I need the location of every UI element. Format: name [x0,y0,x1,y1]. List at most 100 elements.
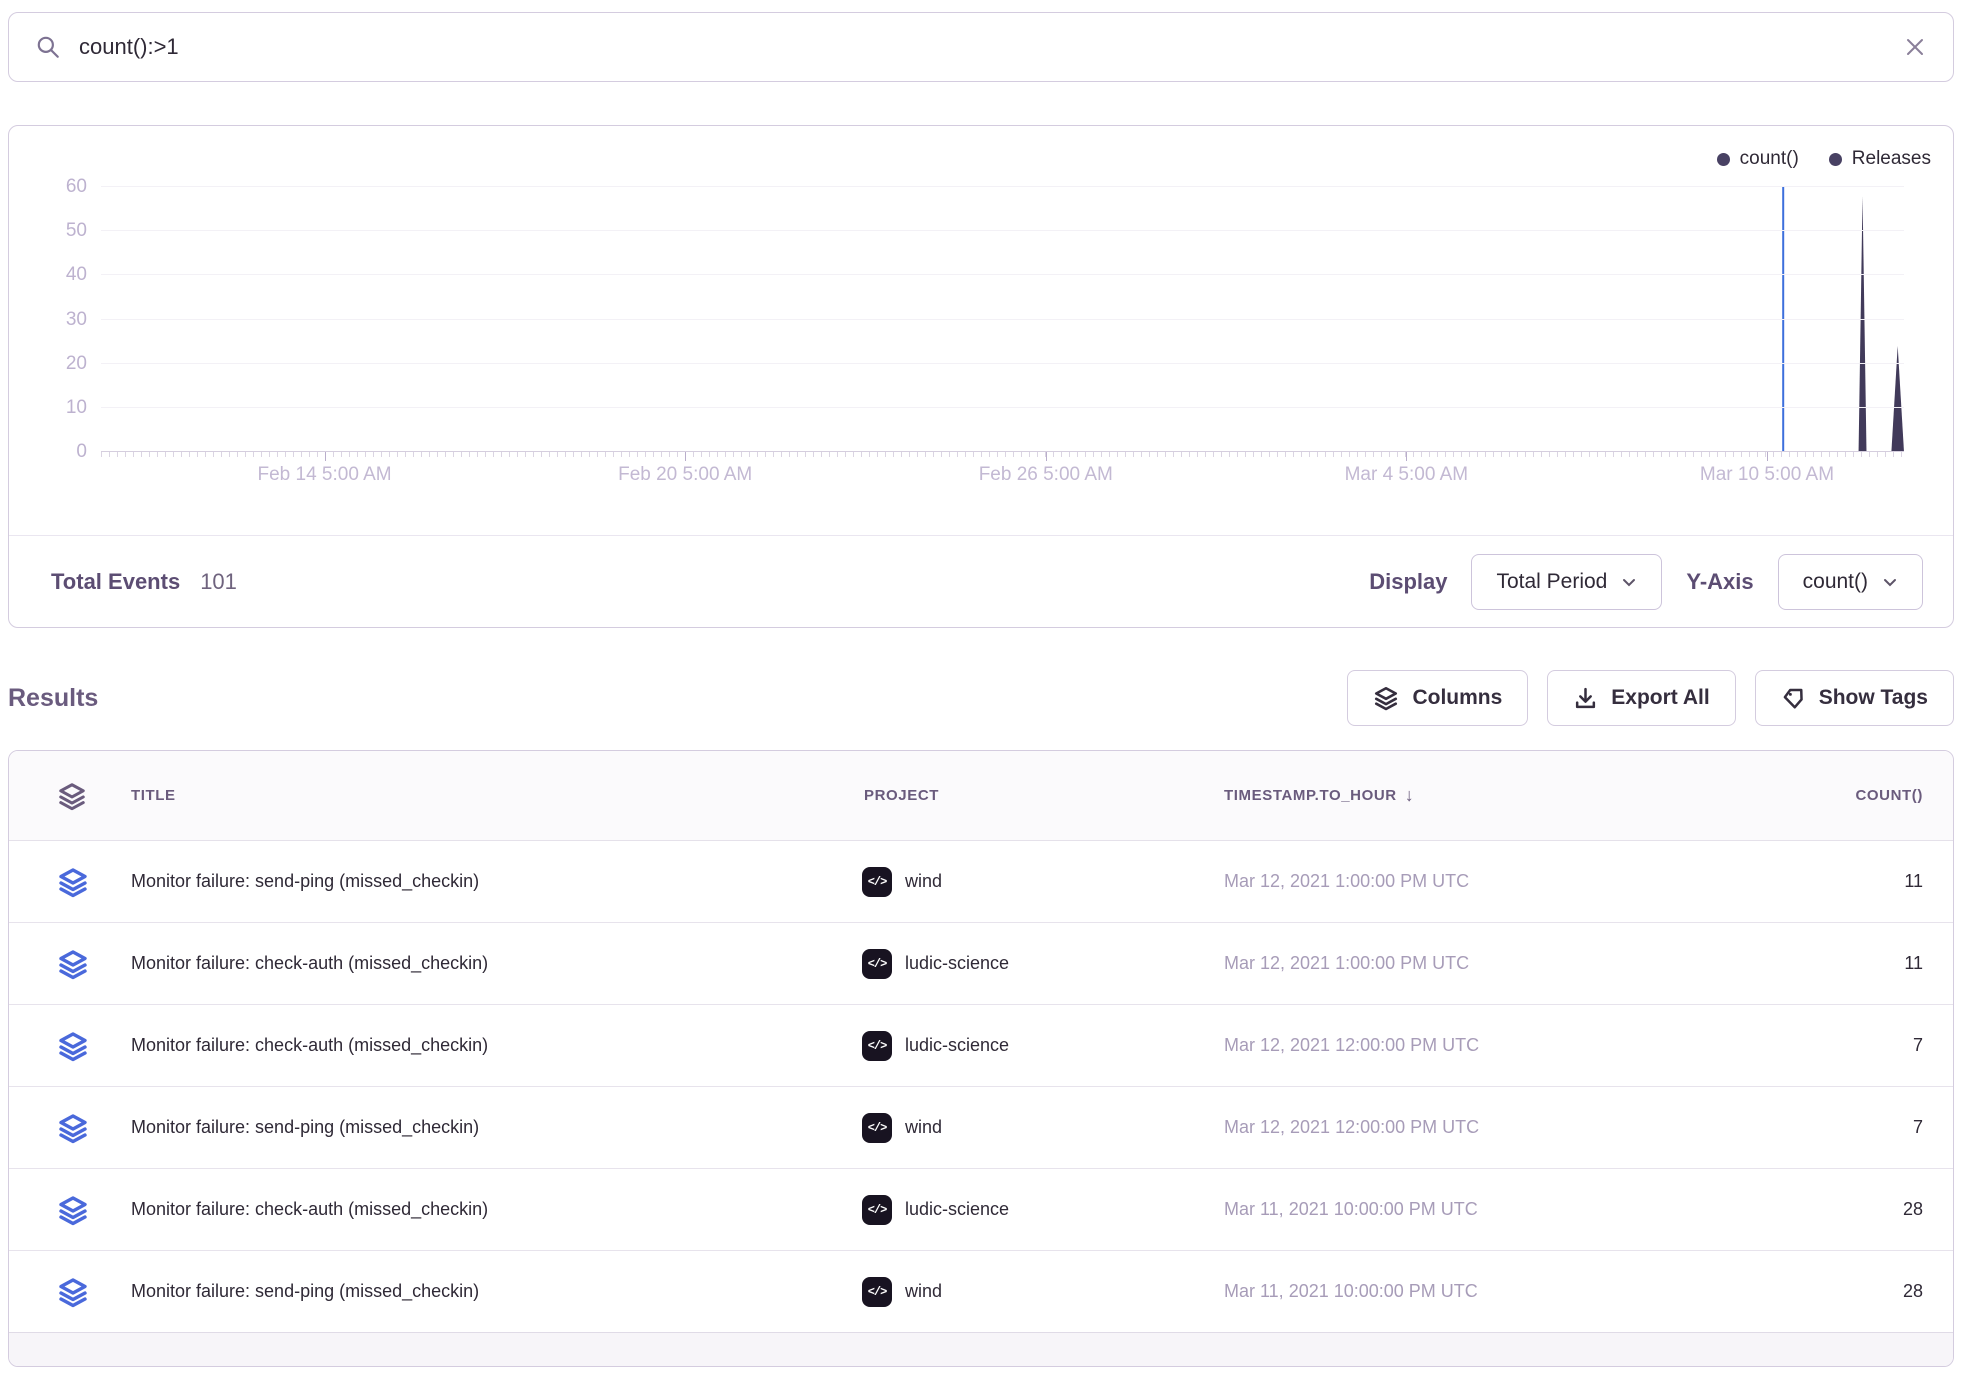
sort-descending-icon[interactable]: ↓ [1405,785,1415,806]
x-tick-label: Mar 4 5:00 AM [1345,464,1469,486]
project-name: wind [905,1117,942,1138]
row-timestamp[interactable]: Mar 12, 2021 12:00:00 PM UTC [1212,1035,1743,1056]
row-title[interactable]: Monitor failure: send-ping (missed_check… [119,871,852,892]
y-tick-label: 60 [66,176,87,198]
legend-dot-count-icon [1717,153,1730,166]
chart-footer: Total Events 101 Display Total Period Y-… [9,535,1953,627]
x-tick-label: Feb 14 5:00 AM [257,464,391,486]
row-project[interactable]: </> ludic-science [852,1031,1212,1061]
project-name: ludic-science [905,953,1009,974]
row-count[interactable]: 7 [1743,1117,1953,1138]
table-row[interactable]: Monitor failure: send-ping (missed_check… [9,1087,1953,1169]
columns-button[interactable]: Columns [1347,670,1528,726]
show-tags-button[interactable]: Show Tags [1755,670,1954,726]
count-spike [1859,196,1867,452]
results-heading: Results [8,684,98,713]
row-title[interactable]: Monitor failure: send-ping (missed_check… [119,1117,852,1138]
row-layers-icon[interactable] [9,1276,119,1308]
gridline-y-10 [101,407,1904,408]
row-layers-icon[interactable] [9,1194,119,1226]
row-title[interactable]: Monitor failure: check-auth (missed_chec… [119,1035,852,1056]
project-name: ludic-science [905,1199,1009,1220]
table-footer [9,1333,1953,1366]
row-count[interactable]: 7 [1743,1035,1953,1056]
row-count[interactable]: 28 [1743,1281,1953,1302]
search-bar [8,12,1954,82]
legend-item-count[interactable]: count() [1717,148,1799,170]
legend-label-releases: Releases [1852,148,1931,170]
row-project[interactable]: </> wind [852,1277,1212,1307]
row-timestamp[interactable]: Mar 11, 2021 10:00:00 PM UTC [1212,1199,1743,1220]
row-layers-icon[interactable] [9,1112,119,1144]
y-tick-label: 10 [66,397,87,419]
row-timestamp[interactable]: Mar 11, 2021 10:00:00 PM UTC [1212,1281,1743,1302]
row-project[interactable]: </> ludic-science [852,949,1212,979]
chart-y-axis: 0102030405060 [9,187,87,452]
search-input[interactable] [79,34,1885,60]
clear-search-icon[interactable] [1903,35,1927,59]
row-title[interactable]: Monitor failure: send-ping (missed_check… [119,1281,852,1302]
yaxis-dropdown[interactable]: count() [1778,554,1923,610]
row-title[interactable]: Monitor failure: check-auth (missed_chec… [119,953,852,974]
row-project[interactable]: </> wind [852,1113,1212,1143]
chart-plot-area [101,187,1904,452]
table-row[interactable]: Monitor failure: check-auth (missed_chec… [9,923,1953,1005]
chart-series-svg [101,187,1904,452]
results-table: TITLE PROJECT TIMESTAMP.TO_HOUR ↓ COUNT(… [8,750,1954,1367]
legend-item-releases[interactable]: Releases [1829,148,1931,170]
yaxis-label: Y-Axis [1686,569,1753,595]
row-title[interactable]: Monitor failure: check-auth (missed_chec… [119,1199,852,1220]
total-events-value: 101 [200,569,237,595]
table-body: Monitor failure: send-ping (missed_check… [9,841,1953,1333]
table-row[interactable]: Monitor failure: send-ping (missed_check… [9,1251,1953,1333]
column-header-title[interactable]: TITLE [119,787,852,804]
row-layers-icon[interactable] [9,1030,119,1062]
display-dropdown[interactable]: Total Period [1471,554,1662,610]
y-tick-label: 50 [66,220,87,242]
column-header-timestamp[interactable]: TIMESTAMP.TO_HOUR [1224,787,1397,804]
gridline-y-60 [101,186,1904,187]
x-axis-major-tick [1406,452,1407,461]
x-axis-major-tick [1767,452,1768,461]
x-axis-major-tick [1046,452,1047,461]
chart-x-axis: Feb 14 5:00 AMFeb 20 5:00 AMFeb 26 5:00 … [101,464,1904,494]
row-timestamp[interactable]: Mar 12, 2021 1:00:00 PM UTC [1212,953,1743,974]
export-all-button[interactable]: Export All [1547,670,1735,726]
project-name: wind [905,871,942,892]
table-row[interactable]: Monitor failure: check-auth (missed_chec… [9,1169,1953,1251]
download-icon [1573,686,1598,711]
gridline-y-30 [101,319,1904,320]
row-project[interactable]: </> ludic-science [852,1195,1212,1225]
project-code-icon: </> [862,1277,892,1307]
header-layers-icon[interactable] [9,781,119,811]
y-tick-label: 30 [66,309,87,331]
row-layers-icon[interactable] [9,866,119,898]
x-axis-major-tick [685,452,686,461]
column-header-count[interactable]: COUNT() [1743,787,1953,804]
columns-button-label: Columns [1412,686,1502,710]
row-layers-icon[interactable] [9,948,119,980]
display-label: Display [1369,569,1447,595]
x-axis-minor-ticks [101,452,1904,457]
row-project[interactable]: </> wind [852,867,1212,897]
row-count[interactable]: 11 [1743,953,1953,974]
legend-dot-releases-icon [1829,153,1842,166]
row-count[interactable]: 11 [1743,871,1953,892]
row-timestamp[interactable]: Mar 12, 2021 12:00:00 PM UTC [1212,1117,1743,1138]
x-tick-label: Feb 20 5:00 AM [618,464,752,486]
row-count[interactable]: 28 [1743,1199,1953,1220]
table-row[interactable]: Monitor failure: send-ping (missed_check… [9,841,1953,923]
column-header-project[interactable]: PROJECT [852,787,1212,804]
display-dropdown-value: Total Period [1496,570,1607,594]
table-row[interactable]: Monitor failure: check-auth (missed_chec… [9,1005,1953,1087]
export-all-button-label: Export All [1611,686,1709,710]
row-timestamp[interactable]: Mar 12, 2021 1:00:00 PM UTC [1212,871,1743,892]
gridline-y-50 [101,230,1904,231]
show-tags-button-label: Show Tags [1819,686,1928,710]
x-tick-label: Mar 10 5:00 AM [1700,464,1834,486]
y-tick-label: 20 [66,353,87,375]
y-tick-label: 0 [76,441,87,463]
chevron-down-icon [1621,574,1637,590]
gridline-y-20 [101,363,1904,364]
project-code-icon: </> [862,949,892,979]
